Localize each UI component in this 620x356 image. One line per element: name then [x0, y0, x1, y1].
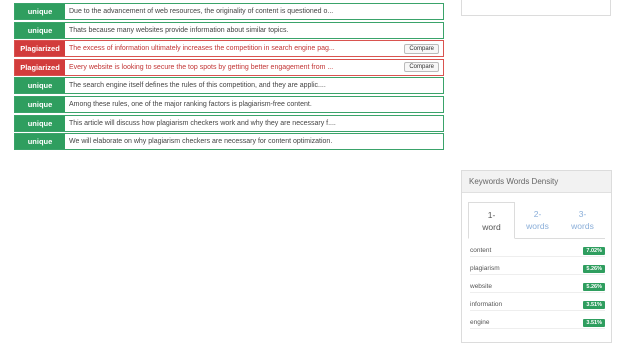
keyword-label: website — [470, 283, 493, 290]
status-badge: Plagiarized — [15, 59, 65, 75]
result-row: unique Thats because many websites provi… — [14, 21, 444, 39]
tab-2-words[interactable]: 2- words — [515, 202, 560, 238]
keyword-list: content 7.02% plagiarism 5.26% website 5… — [470, 245, 605, 329]
tab-label-line2: words — [526, 221, 549, 231]
keyword-row: plagiarism 5.26% — [470, 263, 605, 275]
status-badge: unique — [15, 96, 65, 112]
result-row-plagiarized: Plagiarized The excess of information ul… — [14, 40, 444, 58]
tab-label-line1: 1- — [487, 209, 496, 220]
side-panel-top — [461, 0, 611, 16]
density-badge: 5.26% — [583, 282, 605, 291]
tab-label-line1: 3- — [578, 209, 587, 219]
tab-1-word[interactable]: 1- word — [468, 202, 515, 239]
density-badge: 5.26% — [583, 264, 605, 273]
keyword-row: website 5.26% — [470, 281, 605, 293]
result-row: unique The search engine itself defines … — [14, 77, 444, 95]
status-badge: unique — [15, 4, 65, 19]
sentence-text: The search engine itself defines the rul… — [69, 82, 326, 90]
status-badge: Plagiarized — [15, 41, 65, 57]
tab-label-line1: 2- — [533, 209, 542, 219]
keyword-row: content 7.02% — [470, 245, 605, 257]
result-row: unique Among these rules, one of the maj… — [14, 95, 444, 113]
sentence-results-list: unique Due to the advancement of web res… — [14, 3, 444, 152]
result-row-plagiarized: Plagiarized Every website is looking to … — [14, 58, 444, 76]
density-badge: 3.51% — [583, 318, 605, 327]
sentence-text: The excess of information ultimately inc… — [69, 45, 335, 53]
status-badge: unique — [15, 78, 65, 94]
compare-button[interactable]: Compare — [404, 62, 439, 73]
result-row: unique We will elaborate on why plagiari… — [14, 133, 444, 151]
status-badge: unique — [15, 134, 65, 150]
status-badge: unique — [15, 115, 65, 131]
tab-label-line2: word — [482, 221, 501, 232]
result-row: unique This article will discuss how pla… — [14, 114, 444, 132]
compare-button[interactable]: Compare — [404, 43, 439, 54]
sentence-text: We will elaborate on why plagiarism chec… — [69, 138, 333, 146]
keyword-label: plagiarism — [470, 265, 500, 272]
sentence-text: Thats because many websites provide info… — [69, 26, 289, 34]
status-badge: unique — [15, 22, 65, 38]
keyword-label: content — [470, 247, 492, 254]
density-badge: 3.51% — [583, 300, 605, 309]
tab-label-line2: words — [571, 221, 594, 231]
sentence-text: Among these rules, one of the major rank… — [69, 100, 312, 108]
tab-3-words[interactable]: 3- words — [560, 202, 605, 238]
keyword-density-title: Keywords Words Density — [462, 171, 611, 193]
sentence-text: Every website is looking to secure the t… — [69, 63, 334, 71]
keyword-label: information — [470, 301, 503, 308]
sentence-text: This article will discuss how plagiarism… — [69, 119, 336, 127]
density-badge: 7.02% — [583, 246, 605, 255]
keyword-row: information 3.51% — [470, 299, 605, 311]
keyword-row: engine 3.51% — [470, 317, 605, 329]
keyword-label: engine — [470, 319, 490, 326]
keyword-density-panel: Keywords Words Density 1- word 2- words … — [461, 170, 612, 343]
sentence-text: Due to the advancement of web resources,… — [69, 8, 334, 15]
density-tabs: 1- word 2- words 3- words — [468, 202, 605, 239]
result-row: unique Due to the advancement of web res… — [14, 3, 444, 20]
